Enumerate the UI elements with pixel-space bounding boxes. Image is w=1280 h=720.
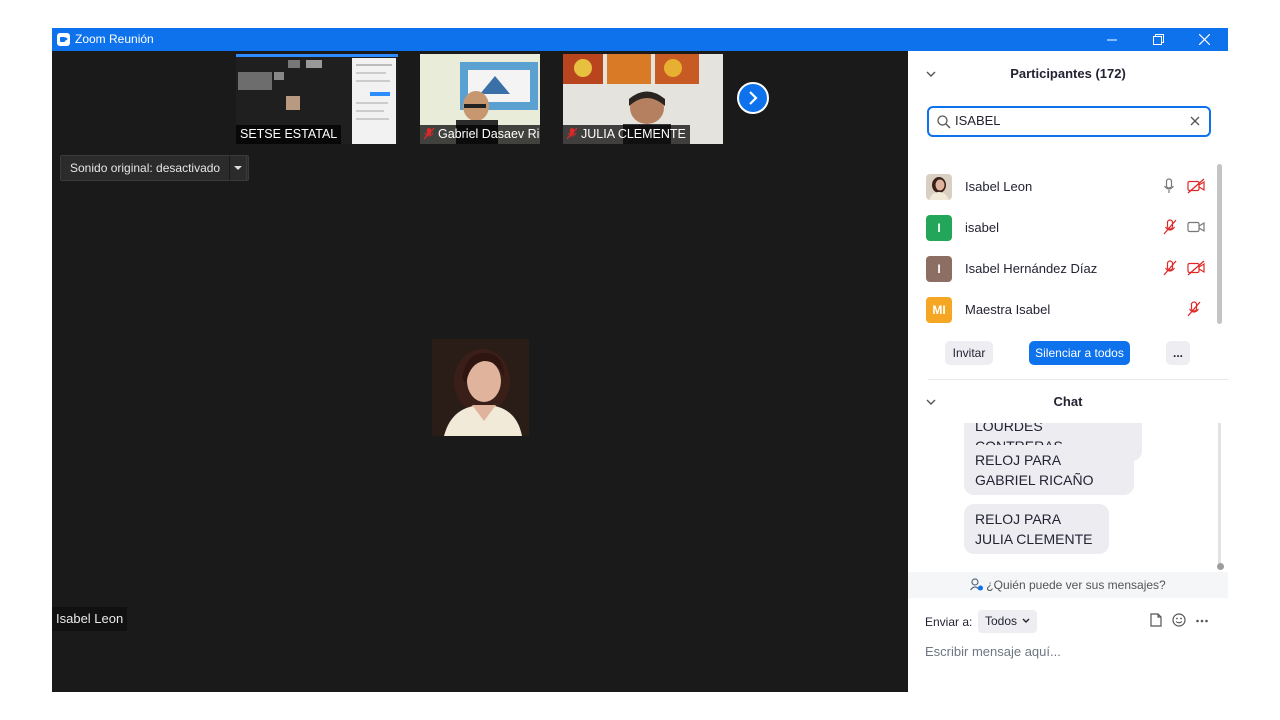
invite-button[interactable]: Invitar <box>945 341 993 365</box>
mic-muted-icon[interactable] <box>1163 260 1177 276</box>
zoom-window: Zoom Reunión SETSE ESTATAL Gabriel Dasae… <box>52 28 1228 692</box>
search-icon <box>937 115 951 129</box>
active-speaker-name: Isabel Leon <box>52 607 128 631</box>
participants-scrollbar[interactable] <box>1217 164 1222 324</box>
participant-row[interactable]: MI Maestra Isabel <box>908 289 1218 330</box>
video-icon[interactable] <box>1187 219 1205 235</box>
participant-row[interactable]: Isabel Leon <box>908 166 1218 207</box>
minimize-button[interactable] <box>1089 28 1135 51</box>
next-page-button[interactable] <box>737 82 769 114</box>
chevron-down-icon <box>1022 618 1030 623</box>
participant-row[interactable]: I Isabel Hernández Díaz <box>908 248 1218 289</box>
more-options-button[interactable]: ... <box>1166 341 1190 365</box>
chevron-right-icon <box>749 91 758 105</box>
chat-messages: LOURDES CONTRERAS RELOJ PARA GABRIEL RIC… <box>908 423 1218 573</box>
participant-name: Isabel Leon <box>965 179 1033 194</box>
emoji-icon[interactable] <box>1172 613 1186 627</box>
chat-message: RELOJ PARA JULIA CLEMENTE <box>964 504 1109 554</box>
thumbnail-setse-estatal[interactable]: SETSE ESTATAL <box>236 54 398 144</box>
chat-message: RELOJ PARA GABRIEL RICAÑO <box>964 445 1134 495</box>
thumbnail-name-label: Gabriel Dasaev Ricañ... <box>420 125 540 144</box>
participant-search[interactable] <box>927 106 1211 137</box>
speaker-profile-photo <box>432 339 529 436</box>
zoom-app-icon <box>57 33 70 46</box>
clear-search-icon[interactable] <box>1189 115 1201 127</box>
participants-title: Participantes (172) <box>1010 66 1126 81</box>
mute-all-button[interactable]: Silenciar a todos <box>1029 341 1130 365</box>
close-icon <box>1198 34 1210 45</box>
chat-message-input[interactable] <box>925 641 1215 661</box>
person-info-icon <box>970 578 984 591</box>
title-bar: Zoom Reunión <box>52 28 1228 51</box>
avatar: I <box>926 256 952 282</box>
more-icon[interactable] <box>1196 619 1208 623</box>
participant-name: Maestra Isabel <box>965 302 1051 317</box>
restore-button[interactable] <box>1135 28 1181 51</box>
participant-row[interactable]: I isabel <box>908 207 1218 248</box>
file-icon[interactable] <box>1150 613 1162 627</box>
participant-name: Isabel Hernández Díaz <box>965 261 1098 276</box>
mic-muted-icon[interactable] <box>1163 219 1177 235</box>
mic-muted-icon <box>567 128 577 140</box>
recipient-select[interactable]: Todos <box>978 610 1038 633</box>
close-window-button[interactable] <box>1181 28 1227 51</box>
thumbnail-gabriel[interactable]: Gabriel Dasaev Ricañ... <box>420 54 540 144</box>
restore-icon <box>1152 34 1164 45</box>
minimize-icon <box>1107 39 1117 40</box>
avatar-photo <box>926 174 952 200</box>
thumbnail-name-label: SETSE ESTATAL <box>236 125 342 144</box>
chat-scrollbar[interactable] <box>1218 423 1221 568</box>
mic-muted-icon <box>424 128 434 140</box>
thumbnail-name-label: JULIA CLEMENTE <box>563 125 690 144</box>
mic-icon[interactable] <box>1163 178 1175 194</box>
profile-photo <box>432 339 529 436</box>
avatar <box>926 174 952 200</box>
who-can-see-link[interactable]: ¿Quién puede ver sus mensajes? <box>908 572 1228 598</box>
send-to-label: Enviar a: <box>925 615 973 629</box>
original-sound-button[interactable]: Sonido original: desactivado <box>60 155 250 181</box>
section-divider <box>928 379 1228 380</box>
window-title: Zoom Reunión <box>75 32 154 46</box>
video-area: SETSE ESTATAL Gabriel Dasaev Ricañ... <box>52 51 908 692</box>
participant-search-input[interactable] <box>955 113 1175 128</box>
video-off-icon[interactable] <box>1187 178 1205 194</box>
participant-name: isabel <box>965 220 999 235</box>
original-sound-dropdown[interactable] <box>229 155 247 181</box>
video-off-icon[interactable] <box>1187 260 1205 276</box>
chat-title: Chat <box>1053 394 1083 409</box>
side-panel: Participantes (172) Isabel Leon I isabel… <box>908 51 1228 692</box>
mic-muted-icon[interactable] <box>1187 301 1201 317</box>
thumbnail-julia[interactable]: JULIA CLEMENTE <box>563 54 723 144</box>
avatar: I <box>926 215 952 241</box>
chat-scrollbar-thumb[interactable] <box>1217 563 1224 570</box>
avatar: MI <box>926 297 952 323</box>
